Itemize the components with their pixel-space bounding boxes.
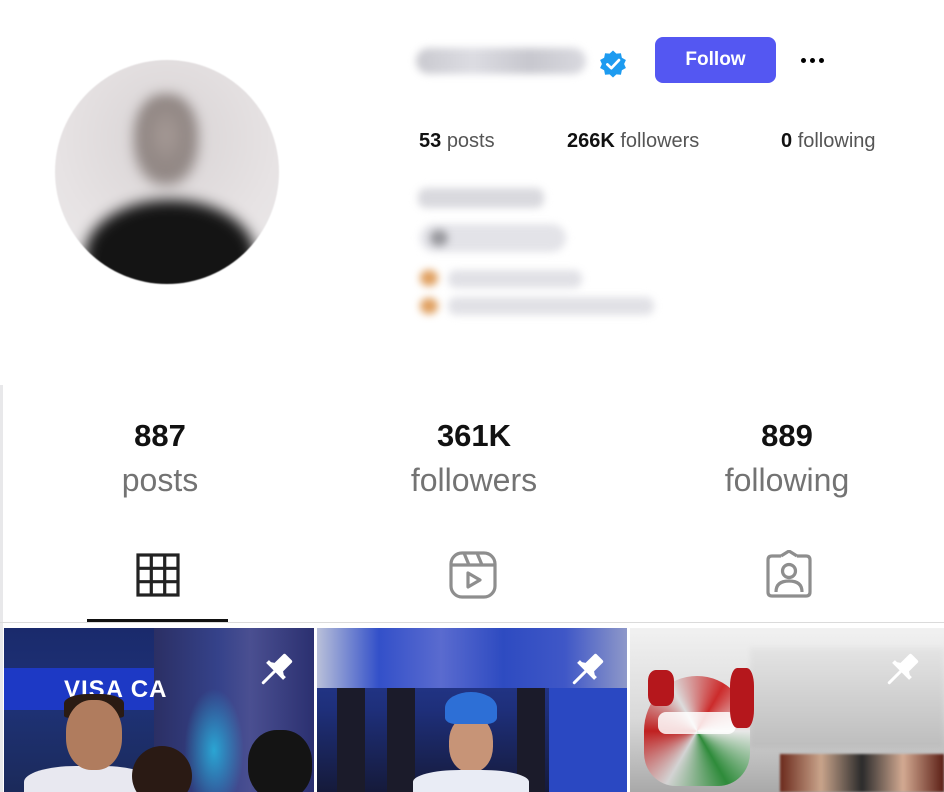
header-following-count: 0 <box>781 130 793 152</box>
header-following-label: following <box>797 130 876 152</box>
photo-person-3 <box>248 730 312 792</box>
photo-glove <box>648 670 674 706</box>
photo-person-face <box>66 700 122 770</box>
posts-count: 887 <box>134 418 186 453</box>
photo-visor <box>658 712 736 734</box>
post-thumbnail-3[interactable] <box>630 628 944 792</box>
header-followers-label: followers <box>620 130 700 152</box>
header-followers-stat[interactable]: 266K followers <box>567 130 699 153</box>
avatar-head-blur <box>133 94 199 186</box>
profile-avatar[interactable] <box>55 60 279 284</box>
bio-name-redacted <box>418 188 544 208</box>
tab-tagged[interactable] <box>759 545 819 605</box>
tabs-divider <box>0 622 944 623</box>
photo-glove <box>730 668 754 728</box>
posts-label: posts <box>121 462 199 498</box>
bio-line-redacted <box>448 297 654 315</box>
header-posts-count: 53 <box>419 130 442 152</box>
dot <box>809 57 815 63</box>
tab-reels[interactable] <box>443 545 503 605</box>
bio-emoji-redacted <box>420 270 438 286</box>
photo-person-face <box>449 716 493 772</box>
verified-badge-icon <box>600 50 626 78</box>
photo-person-legs <box>387 688 415 792</box>
photo-person-cap <box>445 692 497 724</box>
photo-person-shirt <box>413 770 529 792</box>
photo-stage-light <box>184 688 244 792</box>
pin-icon <box>887 653 919 685</box>
following-count[interactable]: 889 <box>677 418 897 454</box>
grid-icon <box>136 553 180 597</box>
dot <box>818 57 824 63</box>
photo-person-legs <box>337 688 365 792</box>
header-posts-stat: 53 posts <box>419 130 495 153</box>
dot <box>800 57 806 63</box>
followers-label[interactable]: followers <box>344 462 604 499</box>
followers-count[interactable]: 361K <box>364 418 584 454</box>
avatar-body-blur <box>85 200 255 284</box>
profile-header: Follow 53 posts 266K followers 0 followi… <box>0 0 944 385</box>
photo-person-shirt <box>549 688 627 792</box>
post-thumbnail-2[interactable] <box>317 628 627 792</box>
photo-crowd <box>780 754 944 792</box>
more-options-icon[interactable] <box>790 44 834 76</box>
header-followers-count: 266K <box>567 130 615 152</box>
header-following-stat[interactable]: 0 following <box>781 130 876 153</box>
pin-icon <box>261 653 293 685</box>
tagged-icon <box>766 550 812 598</box>
header-posts-label: posts <box>446 130 495 152</box>
bio-category-icon-redacted <box>430 230 448 246</box>
pin-icon <box>572 653 604 685</box>
following-label[interactable]: following <box>657 462 917 499</box>
username-redacted <box>416 48 586 74</box>
tab-posts[interactable] <box>128 545 188 605</box>
follow-button[interactable]: Follow <box>655 37 776 83</box>
bio-emoji-redacted <box>420 298 438 314</box>
reels-icon <box>449 551 497 599</box>
post-thumbnail-1[interactable]: VISA CA <box>4 628 314 792</box>
bio-line-redacted <box>448 270 582 288</box>
